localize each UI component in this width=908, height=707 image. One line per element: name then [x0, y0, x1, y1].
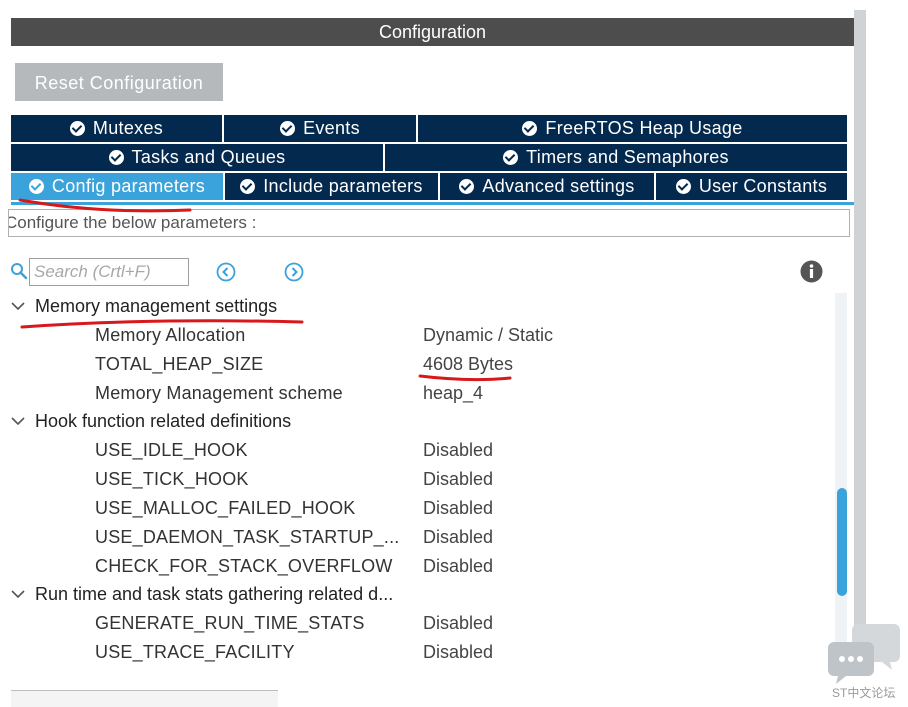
param-name: CHECK_FOR_STACK_OVERFLOW — [95, 556, 393, 576]
scrollbar-thumb[interactable] — [837, 488, 847, 596]
watermark-text: ST中文论坛 — [832, 686, 896, 700]
param-name: USE_MALLOC_FAILED_HOOK — [95, 498, 356, 518]
param-row[interactable]: Memory Management scheme heap_4 — [0, 379, 830, 408]
param-value: Disabled — [423, 642, 494, 662]
group-runtime-stats[interactable]: Run time and task stats gathering relate… — [0, 580, 830, 609]
param-name: USE_TRACE_FACILITY — [95, 642, 295, 662]
search-input[interactable] — [29, 258, 189, 286]
tab-config-parameters[interactable]: Config parameters — [11, 173, 225, 200]
check-circle-icon — [28, 179, 44, 194]
param-row[interactable]: USE_DAEMON_TASK_STARTUP_... Disabled — [0, 523, 830, 552]
group-label: Hook function related definitions — [35, 411, 292, 431]
scrollbar-track[interactable] — [835, 293, 847, 663]
param-row[interactable]: CHECK_FOR_STACK_OVERFLOW Disabled — [0, 552, 830, 581]
tab-underline — [11, 202, 854, 205]
param-value: heap_4 — [423, 383, 484, 403]
param-row[interactable]: USE_IDLE_HOOK Disabled — [0, 436, 830, 465]
tab-label: Config parameters — [51, 176, 206, 196]
tab-mutexes[interactable]: Mutexes — [11, 115, 224, 142]
param-row[interactable]: TOTAL_HEAP_SIZE 4608 Bytes — [0, 350, 830, 379]
param-row[interactable]: USE_TICK_HOOK Disabled — [0, 465, 830, 494]
tab-label: FreeRTOS Heap Usage — [545, 118, 743, 138]
info-icon[interactable] — [800, 260, 823, 283]
tab-include-parameters[interactable]: Include parameters — [225, 173, 440, 200]
param-value: Disabled — [423, 440, 494, 460]
param-row[interactable]: Memory Allocation Dynamic / Static — [0, 321, 830, 350]
check-circle-icon — [675, 179, 691, 194]
group-label: Memory management settings — [35, 296, 278, 316]
group-memory-management[interactable]: Memory management settings — [0, 292, 830, 321]
check-circle-icon — [240, 179, 256, 194]
param-value: Dynamic / Static — [423, 325, 554, 345]
group-hook-functions[interactable]: Hook function related definitions — [0, 407, 830, 436]
check-circle-icon — [280, 121, 296, 136]
search-icon[interactable] — [10, 262, 28, 280]
reset-configuration-button[interactable]: Reset Configuration — [15, 63, 223, 101]
check-circle-icon — [503, 150, 519, 165]
check-circle-icon — [459, 179, 475, 194]
param-value: Disabled — [423, 469, 494, 489]
group-label: Run time and task stats gathering relate… — [35, 584, 394, 604]
tab-label: Advanced settings — [482, 176, 635, 196]
param-row[interactable]: GENERATE_RUN_TIME_STATS Disabled — [0, 609, 830, 638]
param-name: Memory Allocation — [95, 325, 246, 345]
param-name: TOTAL_HEAP_SIZE — [95, 354, 264, 374]
tab-label: Tasks and Queues — [131, 147, 286, 167]
tab-label: Mutexes — [92, 118, 164, 138]
description-text: Configure the below parameters : — [8, 213, 257, 232]
check-circle-icon — [522, 121, 538, 136]
chevron-down-icon[interactable] — [11, 416, 25, 426]
tab-label: Timers and Semaphores — [526, 147, 729, 167]
chevron-down-icon[interactable] — [11, 589, 25, 599]
tab-tasks-and-queues[interactable]: Tasks and Queues — [11, 144, 385, 171]
tab-label: User Constants — [698, 176, 828, 196]
param-name: USE_DAEMON_TASK_STARTUP_... — [95, 527, 400, 547]
previous-match-icon[interactable] — [216, 262, 236, 282]
tab-events[interactable]: Events — [224, 115, 418, 142]
param-name: USE_IDLE_HOOK — [95, 440, 248, 460]
tab-timers-and-semaphores[interactable]: Timers and Semaphores — [385, 144, 847, 171]
window-title: Configuration — [11, 18, 854, 46]
next-match-icon[interactable] — [284, 262, 304, 282]
check-circle-icon — [108, 150, 124, 165]
chevron-down-icon[interactable] — [11, 301, 25, 311]
param-row[interactable]: USE_MALLOC_FAILED_HOOK Disabled — [0, 494, 830, 523]
param-value: Disabled — [423, 613, 494, 633]
tab-label: Events — [303, 118, 360, 138]
param-value: 4608 Bytes — [423, 354, 514, 374]
param-name: Memory Management scheme — [95, 383, 343, 403]
param-value: Disabled — [423, 556, 494, 576]
tab-user-constants[interactable]: User Constants — [656, 173, 847, 200]
param-value: Disabled — [423, 527, 494, 547]
tab-advanced-settings[interactable]: Advanced settings — [440, 173, 656, 200]
check-circle-icon — [69, 121, 85, 136]
window-frame-edge — [854, 10, 866, 660]
bottom-panel-edge — [11, 690, 278, 707]
param-row[interactable]: USE_TRACE_FACILITY Disabled — [0, 638, 830, 667]
tab-label: Include parameters — [263, 176, 423, 196]
parameters-description: Configure the below parameters : — [8, 209, 850, 237]
param-name: USE_TICK_HOOK — [95, 469, 249, 489]
tab-freertos-heap-usage[interactable]: FreeRTOS Heap Usage — [418, 115, 847, 142]
param-value: Disabled — [423, 498, 494, 518]
param-name: GENERATE_RUN_TIME_STATS — [95, 613, 365, 633]
